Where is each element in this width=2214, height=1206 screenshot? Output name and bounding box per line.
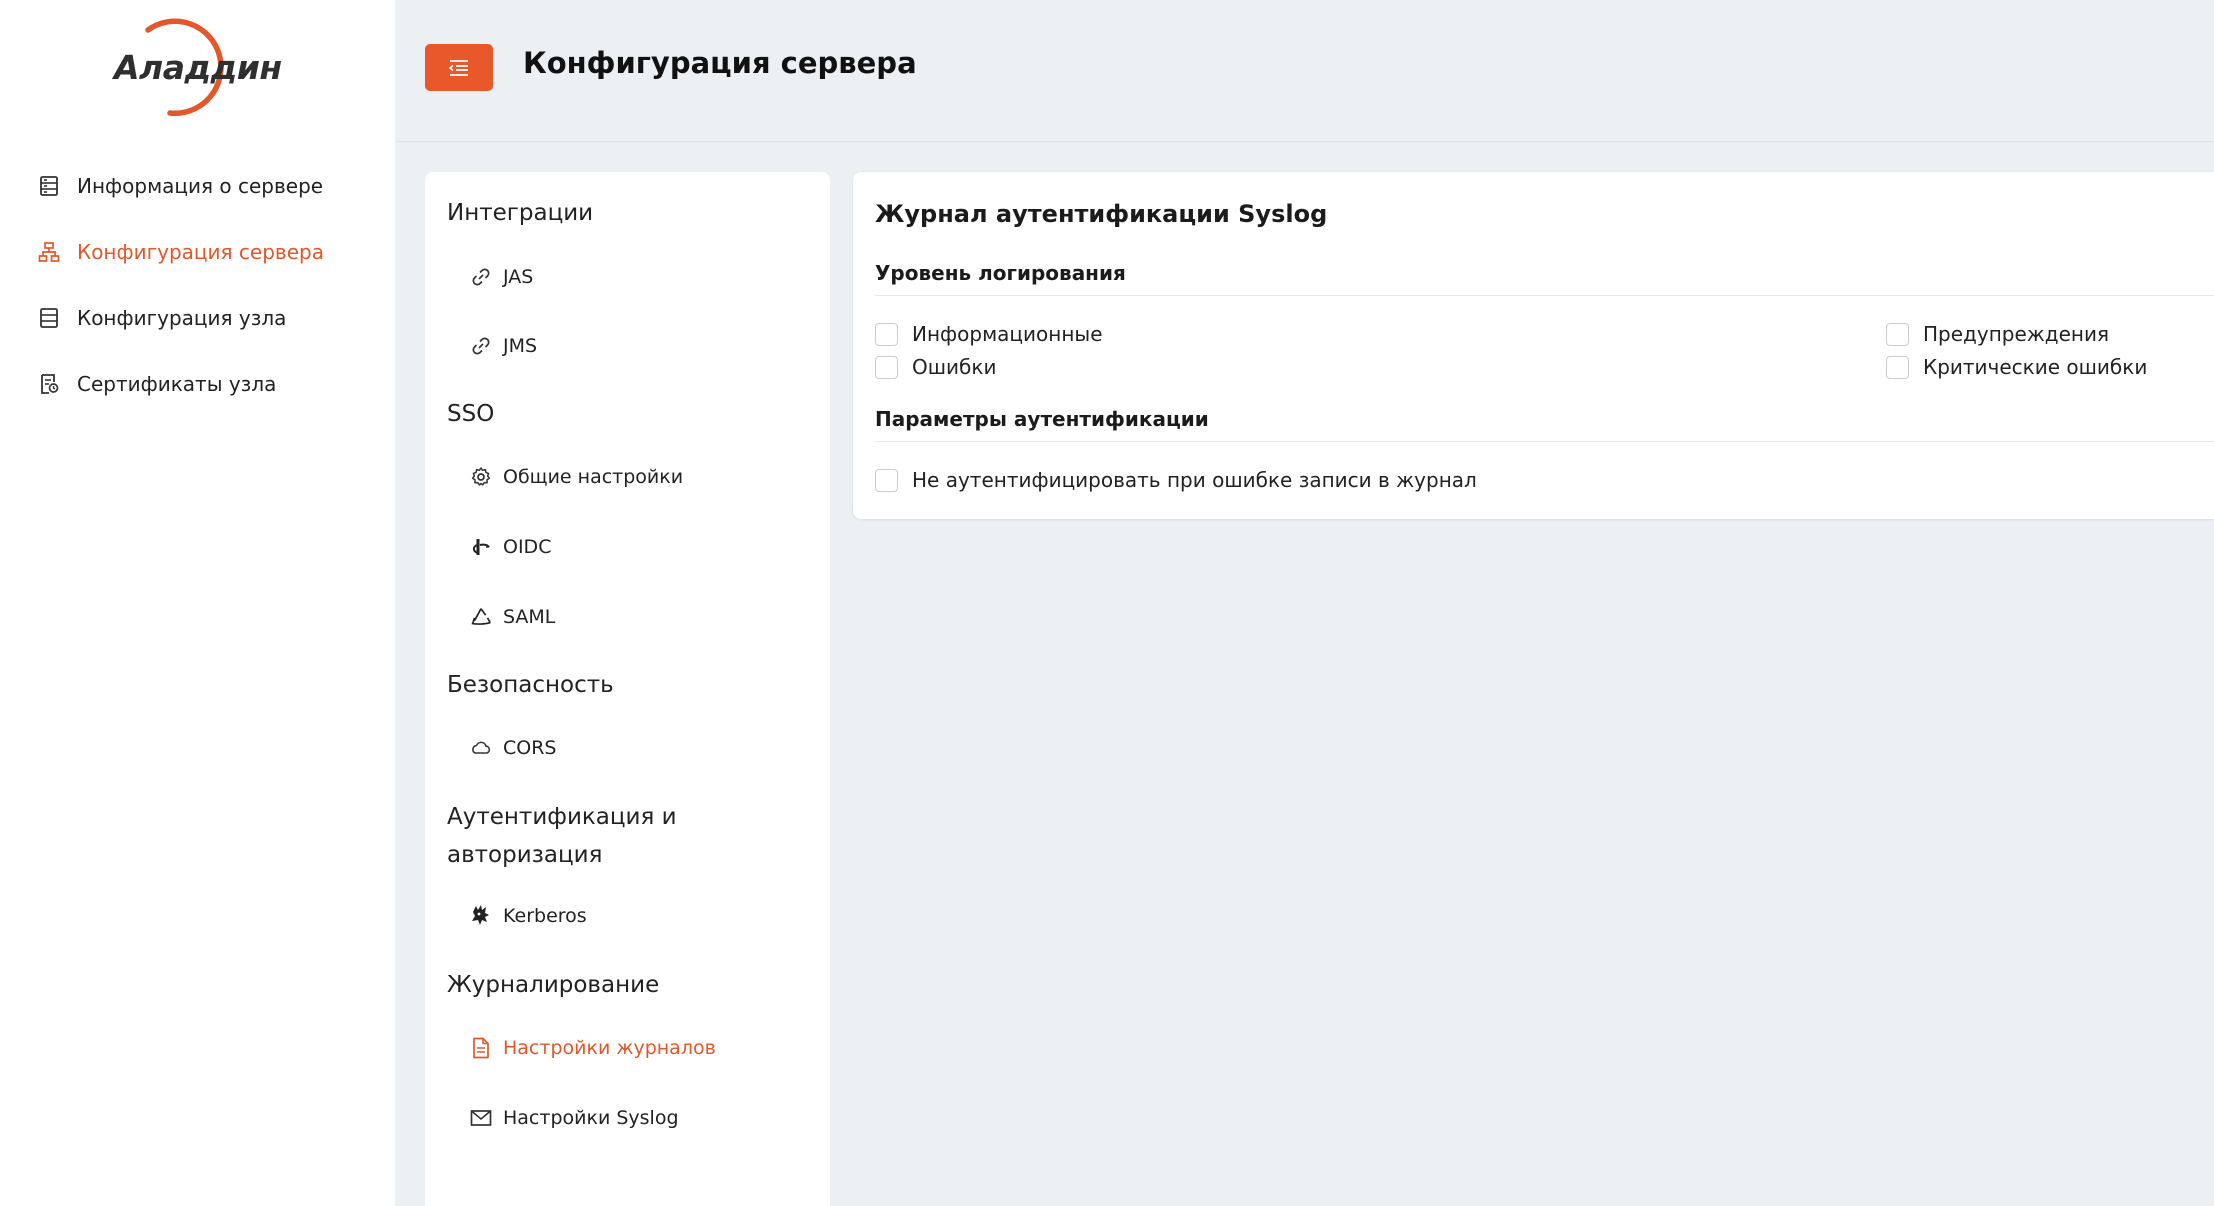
checkbox-label-no-auth-on-log-error: Не аутентифицировать при ошибке записи в… [912, 468, 1477, 492]
page-title: Конфигурация сервера [523, 46, 917, 80]
mail-icon [469, 1106, 493, 1130]
link-icon [469, 334, 493, 358]
checkbox-errors[interactable]: Ошибки [875, 355, 996, 379]
aladdin-logo[interactable]: Аладдин [108, 12, 282, 122]
menu-item-saml[interactable]: SAML [469, 597, 555, 637]
checkbox-critical[interactable]: Критические ошибки [1886, 355, 2147, 379]
menu-toggle-button[interactable] [425, 44, 493, 91]
link-icon [469, 265, 493, 289]
server-info-icon [38, 175, 60, 197]
checkbox-box[interactable] [875, 355, 898, 379]
menu-item-syslog-settings[interactable]: Настройки Syslog [469, 1098, 679, 1138]
menu-collapse-icon [448, 59, 468, 76]
syslog-auth-card: Журнал аутентификации Syslog Уровень лог… [853, 172, 2214, 519]
checkbox-warnings[interactable]: Предупреждения [1886, 322, 2109, 346]
nav-item-server-info[interactable]: Информация о сервере [38, 153, 324, 219]
divider [875, 295, 2214, 296]
menu-item-kerberos[interactable]: Kerberos [469, 896, 587, 936]
menu-label-oidc: OIDC [503, 536, 552, 558]
nav-label-node-config: Конфигурация узла [77, 306, 287, 330]
nav-item-node-config[interactable]: Конфигурация узла [38, 285, 324, 351]
gear-icon [469, 465, 493, 489]
menu-label-log-settings: Настройки журналов [503, 1037, 716, 1059]
menu-label-kerberos: Kerberos [503, 905, 587, 927]
checkbox-box[interactable] [875, 468, 898, 492]
divider [875, 441, 2214, 442]
menu-label-general-settings: Общие настройки [503, 466, 684, 488]
cloud-icon [469, 736, 493, 760]
oidc-icon [469, 535, 493, 559]
checkbox-no-auth-on-log-error[interactable]: Не аутентифицировать при ошибке записи в… [875, 468, 1477, 492]
group-title-sso: SSO [447, 401, 495, 427]
group-title-logging: Журналирование [447, 972, 660, 998]
group-title-auth-line1: Аутентификация и [447, 804, 677, 830]
settings-menu-panel: Интеграции JAS JMS SSO Общие настройки O… [425, 172, 830, 1206]
menu-label-cors: CORS [503, 737, 557, 759]
saml-icon [469, 605, 493, 629]
menu-item-oidc[interactable]: OIDC [469, 527, 551, 567]
left-sidebar: Аладдин Информация о сервере Конфигураци… [0, 0, 395, 1206]
server-config-icon [38, 241, 60, 263]
node-config-icon [38, 307, 60, 329]
certificate-icon [38, 373, 60, 395]
checkbox-info[interactable]: Информационные [875, 322, 1103, 346]
nav-item-node-certificates[interactable]: Сертификаты узла [38, 351, 324, 417]
checkbox-label-warnings: Предупреждения [1923, 322, 2110, 346]
checkbox-label-errors: Ошибки [912, 355, 997, 379]
menu-label-saml: SAML [503, 606, 556, 628]
menu-item-log-settings[interactable]: Настройки журналов [469, 1028, 716, 1068]
checkbox-label-info: Информационные [912, 322, 1103, 346]
checkbox-label-critical: Критические ошибки [1923, 355, 2148, 379]
menu-item-jms[interactable]: JMS [469, 326, 537, 366]
app-root: Аладдин Информация о сервере Конфигураци… [0, 0, 2214, 1206]
page-header: Конфигурация сервера [395, 0, 2214, 142]
menu-label-jas: JAS [503, 266, 534, 288]
main-nav: Информация о сервере Конфигурация сервер… [38, 153, 324, 417]
menu-item-cors[interactable]: CORS [469, 728, 556, 768]
nav-label-server-info: Информация о сервере [77, 174, 324, 198]
nav-label-server-config: Конфигурация сервера [77, 240, 324, 264]
log-level-title: Уровень логирования [875, 261, 1126, 285]
checkbox-box[interactable] [1886, 355, 1909, 379]
checkbox-box[interactable] [875, 322, 898, 346]
card-title: Журнал аутентификации Syslog [875, 200, 1328, 228]
group-title-auth-line2: авторизация [447, 842, 603, 868]
auth-params-title: Параметры аутентификации [875, 407, 1209, 431]
checkbox-box[interactable] [1886, 322, 1909, 346]
nav-item-server-config[interactable]: Конфигурация сервера [38, 219, 324, 285]
menu-label-syslog-settings: Настройки Syslog [503, 1107, 679, 1129]
menu-item-general-settings[interactable]: Общие настройки [469, 457, 683, 497]
kerberos-icon [469, 904, 493, 928]
group-title-integrations: Интеграции [447, 200, 594, 226]
document-icon [469, 1036, 493, 1060]
group-title-security: Безопасность [447, 672, 614, 698]
logo-text: Аладдин [114, 48, 282, 87]
nav-label-node-certificates: Сертификаты узла [77, 372, 277, 396]
menu-label-jms: JMS [503, 335, 538, 357]
menu-item-jas[interactable]: JAS [469, 257, 533, 297]
